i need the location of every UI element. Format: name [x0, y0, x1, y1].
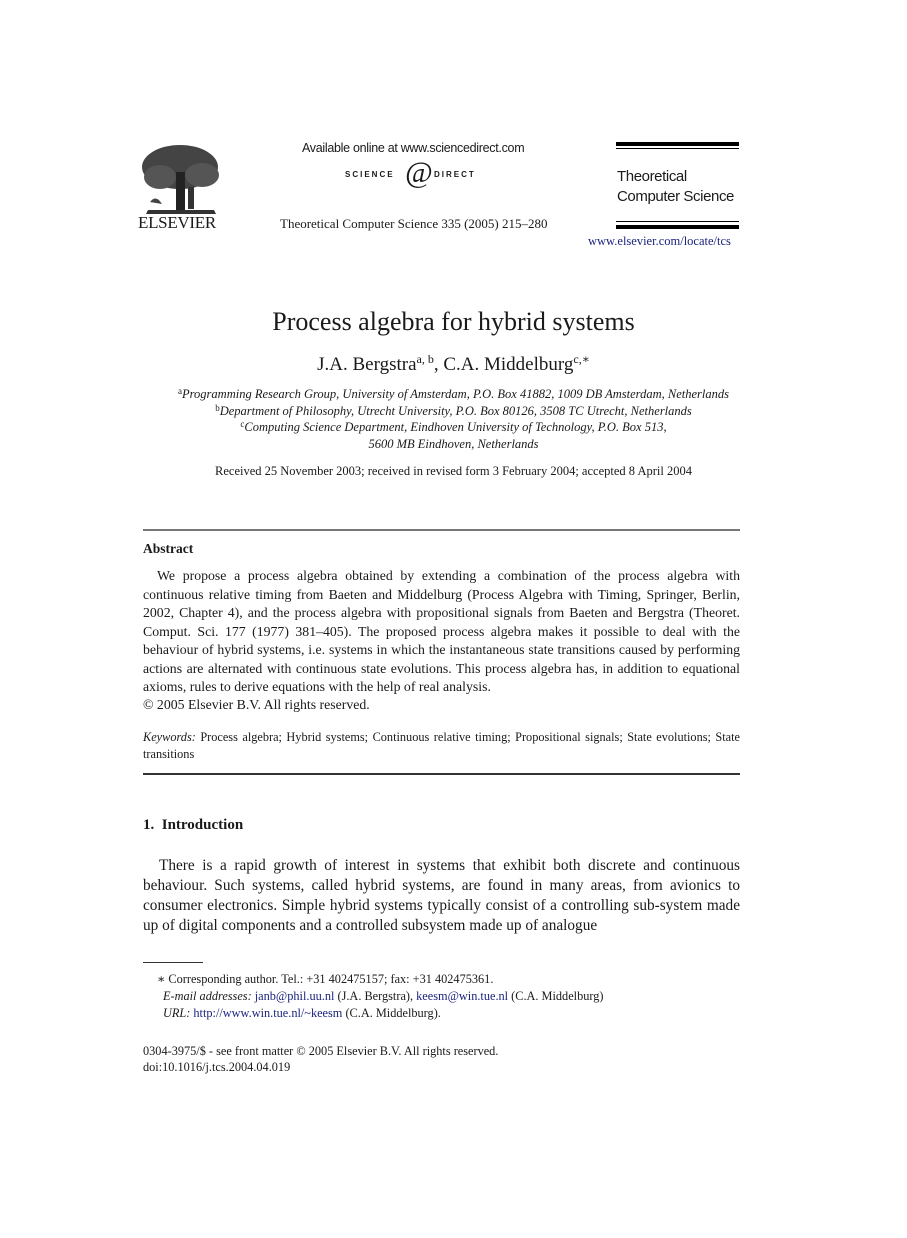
affiliation: 5600 MB Eindhoven, Netherlands — [0, 436, 907, 453]
abstract-paragraph: We propose a process algebra obtained by… — [143, 568, 740, 694]
email-label: E-mail addresses: — [163, 989, 252, 1003]
affiliation-text: Department of Philosophy, Utrecht Univer… — [219, 403, 692, 418]
affiliation-text: Computing Science Department, Eindhoven … — [244, 420, 667, 434]
footnote-rule — [143, 962, 203, 963]
doi-line[interactable]: doi:10.1016/j.tcs.2004.04.019 — [143, 1060, 290, 1075]
abstract-heading: Abstract — [143, 541, 194, 556]
introduction-paragraph: There is a rapid growth of interest in s… — [143, 857, 740, 934]
author-affiliation-mark: c,∗ — [573, 352, 590, 366]
footnote-emails: E-mail addresses: janb@phil.uu.nl (J.A. … — [163, 989, 604, 1004]
keywords: Keywords: Process algebra; Hybrid system… — [143, 729, 740, 762]
received-dates: Received 25 November 2003; received in r… — [215, 464, 692, 478]
affiliation-text: Programming Research Group, University o… — [182, 387, 729, 401]
journal-url-link[interactable]: www.elsevier.com/locate/tcs — [588, 234, 731, 249]
url-owner: (C.A. Middelburg). — [342, 1006, 441, 1020]
affiliation: bDepartment of Philosophy, Utrecht Unive… — [0, 403, 907, 420]
author-affiliation-mark: a, b — [416, 352, 434, 366]
section-heading-introduction: 1. Introduction — [143, 817, 244, 833]
keywords-list: Process algebra; Hybrid systems; Continu… — [143, 730, 740, 761]
author-name: C.A. Middelburg — [443, 354, 574, 375]
homepage-link[interactable]: http://www.win.tue.nl/~keesm — [193, 1006, 342, 1020]
abstract-body: We propose a process algebra obtained by… — [143, 567, 740, 697]
author-separator: , — [433, 354, 444, 375]
author-list: J.A. Bergstraa, b, C.A. Middelburgc,∗ — [0, 352, 907, 376]
affiliation-text: 5600 MB Eindhoven, Netherlands — [368, 436, 539, 451]
abstract-bottom-rule — [143, 773, 740, 775]
sciencedirect-right-text: DIRECT — [434, 170, 476, 179]
journal-rule — [616, 225, 739, 229]
journal-name-line1: Theoretical — [617, 168, 687, 185]
email-link-middelburg[interactable]: keesm@win.tue.nl — [416, 989, 508, 1003]
journal-reference: Theoretical Computer Science 335 (2005) … — [280, 216, 548, 231]
keywords-label: Keywords: — [143, 730, 196, 744]
journal-rule — [616, 221, 739, 222]
affiliations: aProgramming Research Group, University … — [0, 386, 907, 452]
journal-rule — [616, 142, 739, 146]
journal-name: Theoretical Computer Science — [617, 167, 734, 207]
email-owner: (C.A. Middelburg) — [508, 989, 604, 1003]
journal-rule — [616, 148, 739, 149]
issn-line: 0304-3975/$ - see front matter © 2005 El… — [143, 1044, 499, 1058]
publisher-name: ELSEVIER — [138, 213, 216, 232]
affiliation: aProgramming Research Group, University … — [0, 386, 907, 403]
author-name: J.A. Bergstra — [317, 354, 417, 375]
abstract-copyright: © 2005 Elsevier B.V. All rights reserved… — [143, 697, 370, 712]
sciencedirect-logo: SCIENCE @ DIRECT — [345, 156, 495, 190]
footnote-corresponding-author: ∗ Corresponding author. Tel.: +31 402475… — [157, 972, 494, 986]
sciencedirect-left-text: SCIENCE — [345, 170, 395, 179]
available-online-text[interactable]: Available online at www.sciencedirect.co… — [302, 141, 525, 155]
email-owner: (J.A. Bergstra), — [334, 989, 417, 1003]
paper-title: Process algebra for hybrid systems — [272, 307, 635, 336]
abstract-top-rule — [143, 529, 740, 531]
email-link-bergstra[interactable]: janb@phil.uu.nl — [255, 989, 335, 1003]
at-sign-icon: @ — [405, 156, 433, 189]
journal-name-line2: Computer Science — [617, 188, 734, 205]
footnote-url: URL: http://www.win.tue.nl/~keesm (C.A. … — [163, 1006, 441, 1021]
url-label: URL: — [163, 1006, 191, 1020]
affiliation: cComputing Science Department, Eindhoven… — [0, 419, 907, 436]
